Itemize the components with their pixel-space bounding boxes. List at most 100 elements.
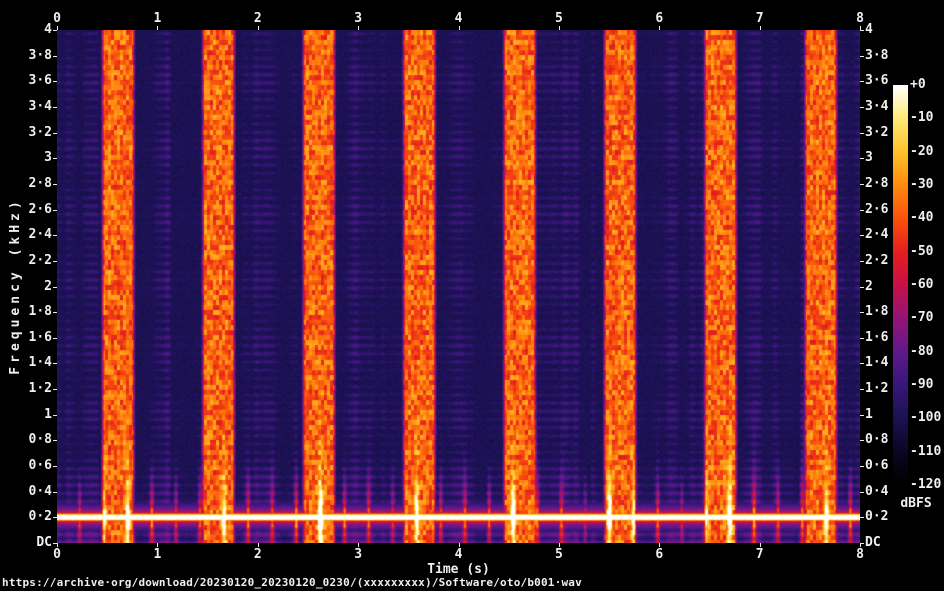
tick-mark	[860, 491, 864, 493]
x-tick-label-bottom: 0	[53, 547, 61, 562]
y-tick-label-right: 0·2	[865, 509, 889, 525]
tick-mark	[53, 183, 57, 185]
y-tick-label-left: 1·4	[28, 355, 52, 371]
y-tick-label-right: 2·6	[865, 201, 889, 217]
tick-mark	[860, 543, 864, 544]
colorbar-tick-label: +0	[910, 77, 926, 92]
colorbar-tick-label: -10	[910, 110, 934, 126]
tick-mark	[53, 158, 57, 160]
y-tick-label-left: 0·2	[28, 509, 52, 525]
y-tick-label-left: 3	[44, 150, 52, 166]
tick-mark	[860, 337, 864, 339]
y-tick-label-left: 3·4	[28, 98, 52, 114]
tick-mark	[53, 337, 57, 339]
x-tick-label-bottom: 3	[354, 547, 363, 562]
tick-mark	[860, 363, 864, 365]
tick-mark	[860, 183, 864, 185]
x-tick-label-bottom: 8	[856, 547, 864, 562]
y-tick-label-right: 3·4	[865, 98, 889, 114]
colorbar-tick-label: -20	[910, 143, 934, 159]
y-tick-label-left: 2	[44, 278, 52, 294]
colorbar-unit-label: dBFS	[900, 496, 932, 511]
tick-mark	[53, 389, 57, 391]
y-tick-label-left: 4	[44, 22, 52, 37]
colorbar-tick-label: -120	[910, 477, 942, 492]
tick-mark	[53, 543, 57, 544]
y-tick-label-right: 2	[865, 278, 873, 294]
y-tick-label-right: 1·6	[865, 329, 889, 345]
y-tick-label-left: 1·8	[28, 304, 52, 320]
tick-mark	[53, 491, 57, 493]
tick-mark	[57, 543, 58, 547]
tick-mark	[53, 30, 57, 31]
tick-mark	[53, 81, 57, 83]
colorbar-tick-label: -40	[910, 210, 934, 226]
tick-mark	[53, 466, 57, 468]
tick-mark	[53, 517, 57, 519]
y-tick-label-right: 0·4	[865, 483, 889, 499]
x-tick-label-top: 6	[655, 11, 664, 26]
x-tick-label-bottom: 7	[755, 547, 764, 562]
y-tick-label-right: 1·2	[865, 381, 889, 397]
colorbar-tick-label: -80	[910, 343, 934, 359]
tick-mark	[659, 26, 661, 30]
tick-mark	[860, 466, 864, 468]
tick-mark	[53, 106, 57, 108]
y-tick-label-right: 3	[865, 150, 873, 166]
colorbar-tick-label: -50	[910, 243, 934, 259]
x-tick-label-bottom: 5	[554, 547, 563, 562]
tick-mark	[860, 132, 864, 134]
tick-mark	[860, 389, 864, 391]
tick-mark	[759, 543, 761, 547]
y-tick-label-left: 3·8	[28, 47, 52, 63]
tick-mark	[53, 55, 57, 57]
tick-mark	[53, 286, 57, 288]
y-tick-label-right: 3·8	[865, 47, 889, 63]
y-tick-label-left: 0·8	[28, 432, 52, 448]
tick-mark	[860, 440, 864, 442]
tick-mark	[860, 30, 864, 31]
x-tick-label-bottom: 4	[454, 547, 463, 562]
x-axis-label: Time (s)	[427, 562, 490, 577]
tick-mark	[53, 414, 57, 416]
source-file-title: https://archive·org/download/20230120_20…	[2, 576, 582, 589]
x-tick-label-top: 5	[554, 11, 563, 26]
y-tick-label-left: 2·4	[28, 227, 52, 243]
y-tick-label-right: 3·2	[865, 124, 889, 140]
y-tick-label-left: 3·6	[28, 73, 52, 89]
y-tick-label-left: 1	[44, 406, 52, 422]
colorbar-tick-label: -30	[910, 177, 934, 192]
tick-mark	[53, 235, 57, 237]
y-tick-label-right: 1·4	[865, 355, 889, 371]
tick-mark	[860, 414, 864, 416]
tick-mark	[860, 106, 864, 108]
y-tick-label-left: 0·6	[28, 458, 52, 474]
tick-mark	[53, 440, 57, 442]
tick-mark	[458, 26, 460, 30]
tick-mark	[860, 517, 864, 519]
x-tick-label-top: 1	[153, 11, 162, 26]
x-tick-label-bottom: 6	[655, 547, 664, 562]
x-tick-label-top: 7	[755, 11, 764, 26]
y-tick-label-right: DC	[865, 535, 881, 550]
spectrogram-chart: Time (s) Frequency (kHz) dBFS https://ar…	[0, 0, 944, 591]
tick-mark	[860, 209, 864, 211]
y-tick-label-left: DC	[36, 535, 52, 550]
x-tick-label-bottom: 2	[253, 547, 262, 562]
y-tick-label-left: 1·2	[28, 381, 52, 397]
tick-mark	[53, 260, 57, 262]
tick-mark	[257, 26, 259, 30]
y-tick-label-left: 3·2	[28, 124, 52, 140]
y-tick-label-left: 0·4	[28, 483, 52, 499]
colorbar-tick-label: -90	[910, 377, 934, 392]
tick-mark	[860, 158, 864, 160]
tick-mark	[860, 55, 864, 57]
y-tick-label-right: 2·2	[865, 252, 889, 268]
x-tick-label-top: 2	[253, 11, 262, 26]
x-tick-label-bottom: 1	[153, 547, 162, 562]
y-tick-label-right: 3·6	[865, 73, 889, 89]
tick-mark	[860, 260, 864, 262]
tick-mark	[558, 26, 560, 30]
y-tick-label-right: 0·8	[865, 432, 889, 448]
y-tick-label-right: 0·6	[865, 458, 889, 474]
